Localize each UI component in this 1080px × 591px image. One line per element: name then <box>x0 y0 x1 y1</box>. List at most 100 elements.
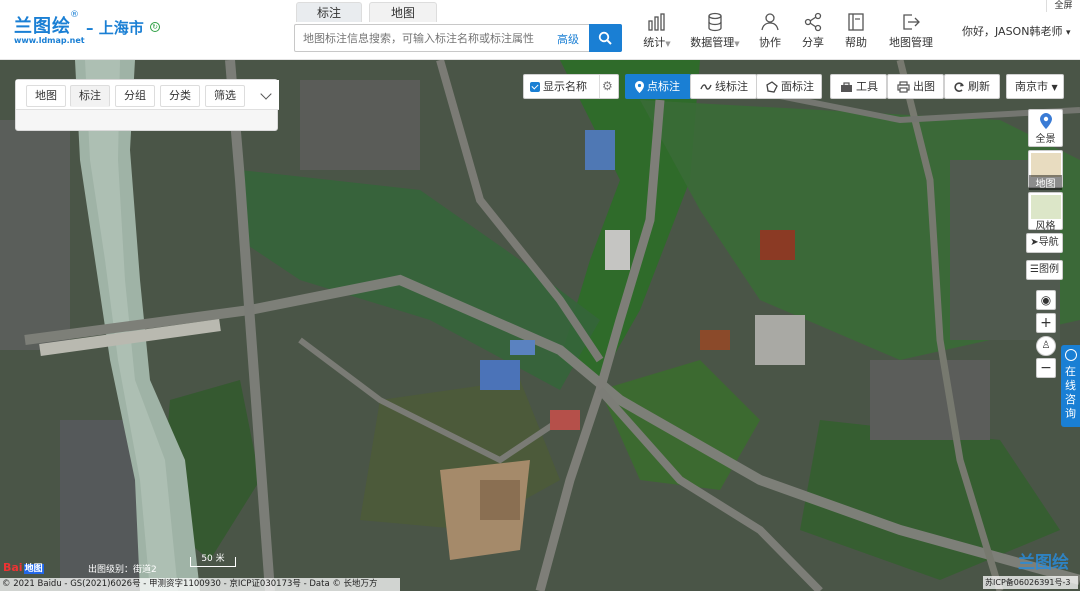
nav-collaborate[interactable]: 协作 <box>757 12 783 50</box>
map-pin-icon <box>635 81 644 93</box>
layer-panel: 地图 标注 分组 分类 筛选 <box>15 79 279 131</box>
map-type-label: 地图 <box>1029 175 1062 190</box>
nav-data-management-label: 数据管理 <box>690 36 735 49</box>
panel-tab-annotation[interactable]: 标注 <box>70 85 110 107</box>
online-consult-label: 在线咨询 <box>1065 365 1076 420</box>
map-canvas[interactable] <box>0 60 1080 591</box>
panorama-button[interactable]: 全景 <box>1028 109 1063 147</box>
map-thumbnail <box>1031 153 1061 177</box>
baidu-logo-suffix: 地图 <box>23 564 44 574</box>
caret-down-icon: ▼ <box>1051 83 1058 92</box>
share-icon <box>804 12 822 32</box>
printer-icon <box>897 81 910 93</box>
legend-label: 图例 <box>1038 264 1059 275</box>
line-annotation-label: 线标注 <box>715 80 748 93</box>
refresh-button[interactable]: 刷新 <box>944 74 1000 99</box>
advanced-search-link[interactable]: 高级 <box>557 31 579 47</box>
panorama-label: 全景 <box>1035 134 1056 145</box>
icp-license[interactable]: 苏ICP备06026391号-3 <box>983 576 1078 589</box>
zoom-out-button[interactable]: − <box>1036 358 1056 378</box>
baidu-logo: Bai 地图 <box>2 561 44 574</box>
checkbox-checked-icon[interactable] <box>530 82 540 92</box>
caret-down-icon: ▼ <box>734 40 740 48</box>
navigation-button[interactable]: ➤导航 <box>1026 233 1063 253</box>
map-copyright: © 2021 Baidu - GS(2021)6026号 - 甲测资字11009… <box>0 578 400 591</box>
navigation-arrow-icon: ➤ <box>1030 237 1039 248</box>
online-consult-button[interactable]: 在线咨询 <box>1061 345 1080 427</box>
watermark-logo: 兰图绘 <box>1018 553 1069 573</box>
scale-label: 50 米 <box>201 554 225 564</box>
gear-icon[interactable]: ⚙ <box>602 75 613 98</box>
database-icon <box>708 12 722 32</box>
panel-tab-category[interactable]: 分类 <box>160 85 200 107</box>
list-icon: ☰ <box>1030 264 1039 275</box>
area-annotation-button[interactable]: 面标注 <box>756 74 822 99</box>
panel-tab-map[interactable]: 地图 <box>26 85 66 107</box>
users-icon <box>761 13 779 31</box>
nav-data-management[interactable]: 数据管理▼ <box>690 12 740 50</box>
nav-collaborate-label: 协作 <box>759 36 781 49</box>
style-thumbnail <box>1031 195 1061 219</box>
search-input[interactable] <box>303 30 553 46</box>
line-annotation-button[interactable]: 线标注 <box>690 74 757 99</box>
app-logo[interactable]: 兰图绘 ® www.ldmap.net <box>14 10 85 48</box>
minus-icon: − <box>1040 360 1052 376</box>
point-annotation-label: 点标注 <box>647 80 680 93</box>
search-box: 高级 <box>294 24 622 52</box>
print-label: 出图 <box>913 80 935 93</box>
logo-text: 兰图绘 <box>14 16 71 37</box>
nav-help[interactable]: 帮助 <box>843 12 869 50</box>
refresh-icon <box>954 82 964 92</box>
print-button[interactable]: 出图 <box>887 74 944 99</box>
current-city[interactable]: – 上海市 <box>86 17 144 38</box>
logo-registered-mark: ® <box>70 10 79 20</box>
locate-button[interactable]: ◉ <box>1036 290 1056 310</box>
plus-icon: + <box>1040 315 1052 331</box>
panel-tabs: 地图 标注 分组 分类 筛选 <box>16 80 279 110</box>
search-tab-annotation[interactable]: 标注 <box>296 2 362 22</box>
nav-map-management-label: 地图管理 <box>889 36 933 49</box>
locate-icon: ◉ <box>1040 293 1052 307</box>
chevron-down-icon: ▾ <box>1065 28 1071 38</box>
satellite-imagery <box>0 60 1080 591</box>
switch-icon[interactable]: ↻ <box>150 22 160 32</box>
show-name-label: 显示名称 <box>543 80 587 93</box>
panel-tab-filter[interactable]: 筛选 <box>205 85 245 107</box>
map-pin-icon <box>1039 113 1052 129</box>
city-select[interactable]: 南京市 ▼ <box>1006 74 1064 99</box>
search-tab-map[interactable]: 地图 <box>369 2 437 22</box>
panel-tab-group[interactable]: 分组 <box>115 85 155 107</box>
user-menu[interactable]: 你好，JASON韩老师 ▾ <box>962 23 1070 39</box>
map-type-button[interactable]: 地图 <box>1028 150 1063 190</box>
show-name-toggle[interactable]: 显示名称 ⚙ <box>523 74 619 99</box>
nav-statistics-label: 统计 <box>643 36 666 49</box>
scale-bar: 50 米 <box>190 554 236 567</box>
pegman-icon: ♙ <box>1041 340 1051 351</box>
street-view-button[interactable]: ♙ <box>1036 336 1056 356</box>
app-header: 兰图绘 ® www.ldmap.net – 上海市 ↻ 标注 地图 高级 统计▼… <box>0 0 1080 60</box>
zoom-in-button[interactable]: + <box>1036 313 1056 333</box>
headset-icon <box>1065 349 1077 361</box>
legend-button[interactable]: ☰图例 <box>1026 260 1063 280</box>
tools-button[interactable]: 工具 <box>830 74 887 99</box>
nav-share[interactable]: 分享 <box>800 12 826 50</box>
fullscreen-button[interactable]: 全屏 <box>1046 0 1080 12</box>
style-button[interactable]: 风格 <box>1028 192 1063 232</box>
chevron-down-icon[interactable] <box>260 88 272 100</box>
line-icon <box>700 84 712 90</box>
caret-down-icon: ▼ <box>665 40 671 48</box>
bar-chart-icon <box>648 13 665 31</box>
book-icon <box>848 13 864 31</box>
point-annotation-button[interactable]: 点标注 <box>625 74 691 99</box>
nav-map-management[interactable]: 地图管理 <box>888 12 934 50</box>
city-select-value: 南京市 <box>1015 80 1048 93</box>
logo-url: www.ldmap.net <box>14 36 85 45</box>
area-annotation-label: 面标注 <box>781 80 814 93</box>
nav-statistics[interactable]: 统计▼ <box>642 12 672 50</box>
toolbox-icon <box>841 81 852 92</box>
refresh-label: 刷新 <box>968 80 990 93</box>
divider <box>599 75 600 98</box>
zoom-level-info: 出图级别：街道2 <box>88 565 157 575</box>
search-button[interactable] <box>589 24 622 52</box>
search-icon <box>598 31 612 45</box>
